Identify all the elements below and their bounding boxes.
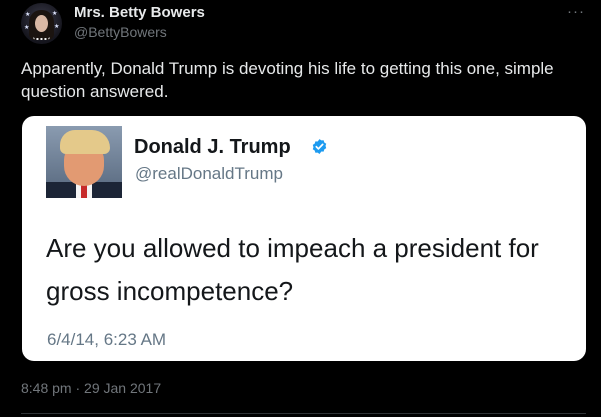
embedded-tweet-text: Are you allowed to impeach a president f… xyxy=(46,233,539,306)
embedded-avatar xyxy=(46,126,122,198)
author-avatar[interactable]: ★ ★ ★ ★ xyxy=(21,3,62,44)
embedded-tweet-image[interactable]: Donald J. Trump @realDonaldTrump Are you… xyxy=(22,116,586,361)
post-date[interactable]: 29 Jan 2017 xyxy=(84,380,161,396)
post-time[interactable]: 8:48 pm xyxy=(21,380,72,396)
avatar-pearls xyxy=(33,34,50,40)
embedded-display-name: Donald J. Trump xyxy=(134,136,291,158)
author-display-name[interactable]: Mrs. Betty Bowers xyxy=(74,4,205,21)
verified-badge-icon xyxy=(312,139,327,154)
star-icon: ★ xyxy=(54,24,60,30)
tweet: ★ ★ ★ ★ Mrs. Betty Bowers @BettyBowers ·… xyxy=(0,0,601,417)
timestamp-separator: · xyxy=(75,380,81,396)
more-options-icon[interactable]: ··· xyxy=(562,2,590,22)
embedded-timestamp: 6/4/14, 6:23 AM xyxy=(47,330,167,349)
avatar-face xyxy=(35,15,48,32)
tweet-text: Apparently, Donald Trump is devoting his… xyxy=(21,59,554,101)
post-timestamp: 8:48 pm · 29 Jan 2017 xyxy=(21,380,161,396)
author-handle[interactable]: @BettyBowers xyxy=(74,24,167,40)
divider xyxy=(21,413,586,414)
embedded-handle: @realDonaldTrump xyxy=(135,164,283,183)
